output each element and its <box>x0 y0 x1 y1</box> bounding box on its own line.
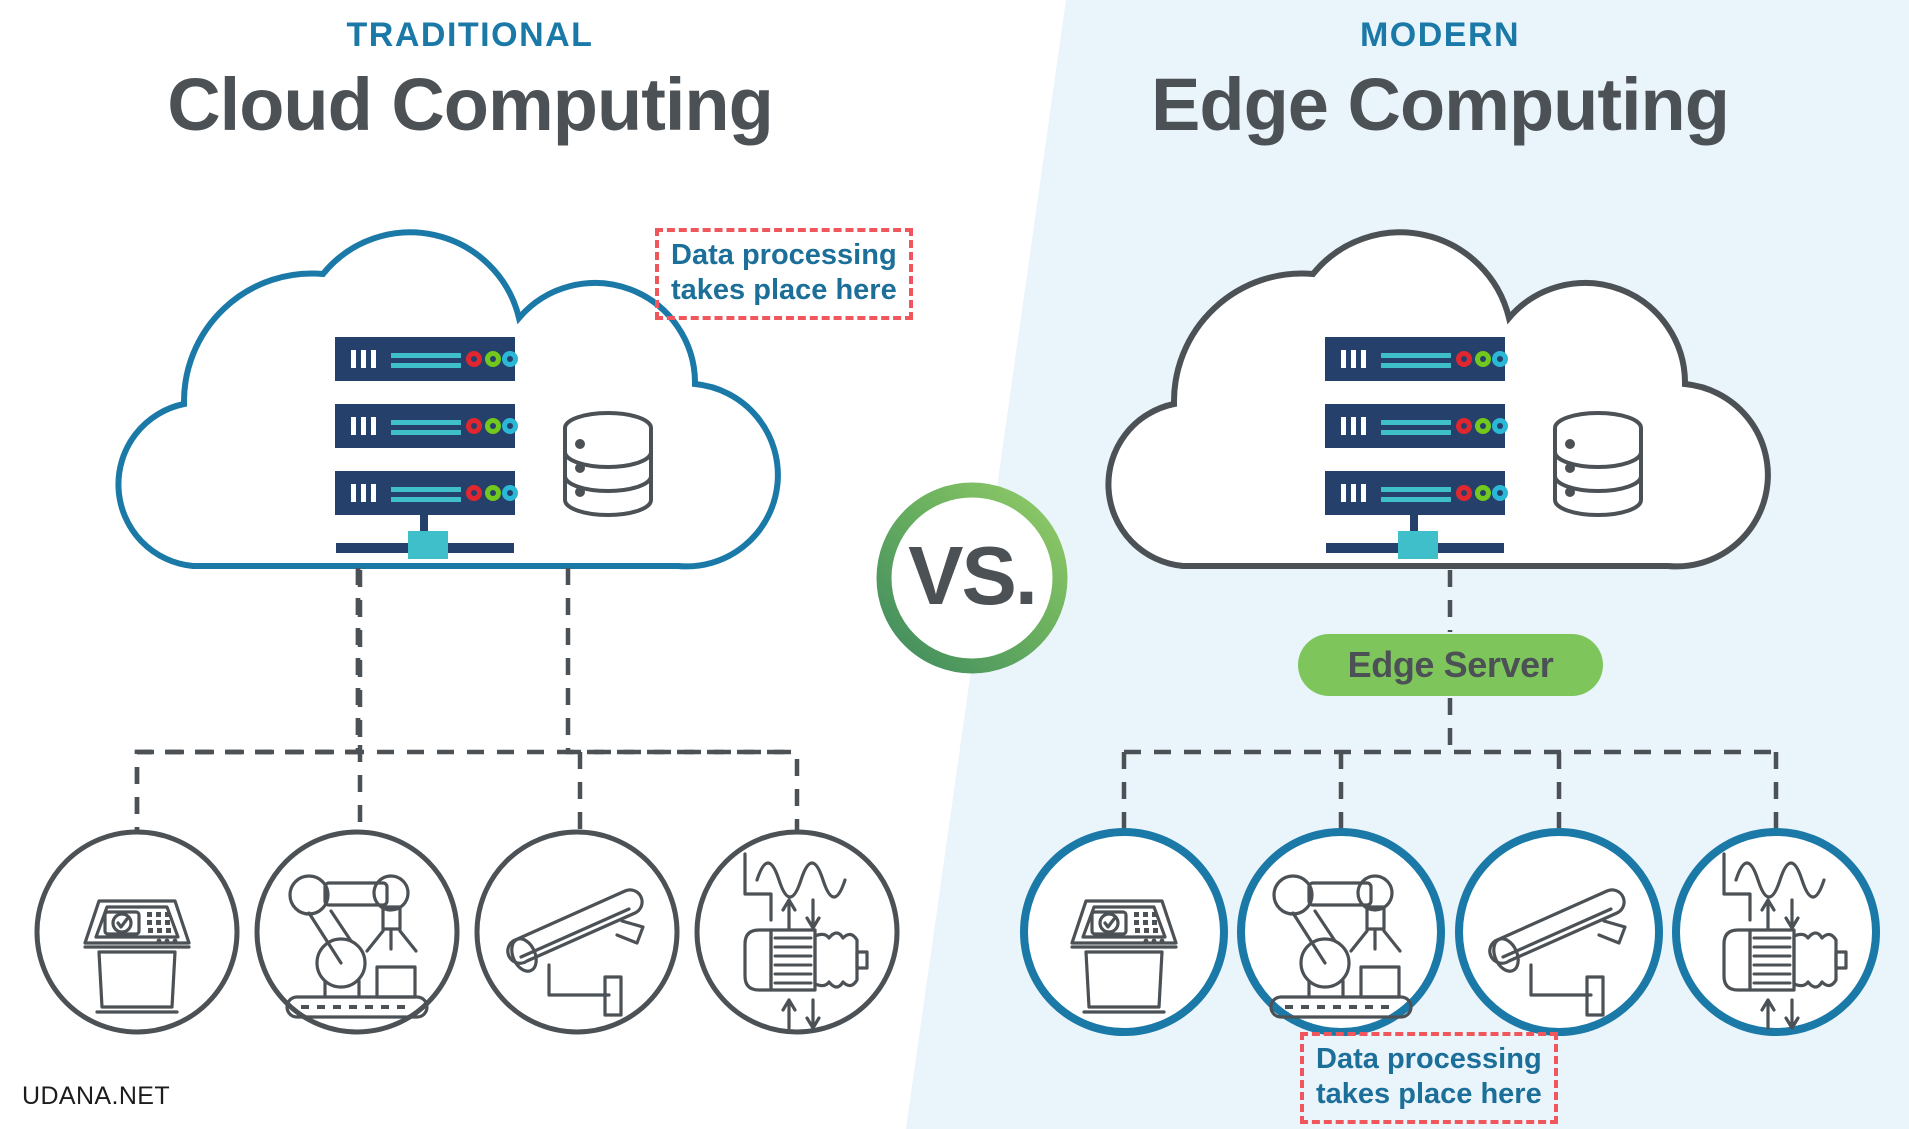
vs-label: VS. <box>908 529 1038 622</box>
page-title-traditional: Cloud Computing <box>167 63 774 146</box>
eyebrow-traditional: TRADITIONAL <box>346 16 594 54</box>
infographic-canvas: TRADITIONAL Cloud Computing MODERN Edge … <box>0 0 1909 1129</box>
eyebrow-modern: MODERN <box>1359 16 1521 54</box>
text-layer: TRADITIONAL Cloud Computing MODERN Edge … <box>0 0 1909 1129</box>
page-title-modern: Edge Computing <box>1151 63 1730 146</box>
edge-server-label: Edge Server <box>1347 644 1554 685</box>
edge-server-badge: Edge Server <box>1298 634 1603 696</box>
callout-data-processing-cloud: Data processing takes place here <box>655 228 913 320</box>
vs-badge: VS. <box>872 478 1072 678</box>
watermark: UDANA.NET <box>22 1082 171 1110</box>
callout-data-processing-edge: Data processing takes place here <box>1300 1032 1558 1124</box>
